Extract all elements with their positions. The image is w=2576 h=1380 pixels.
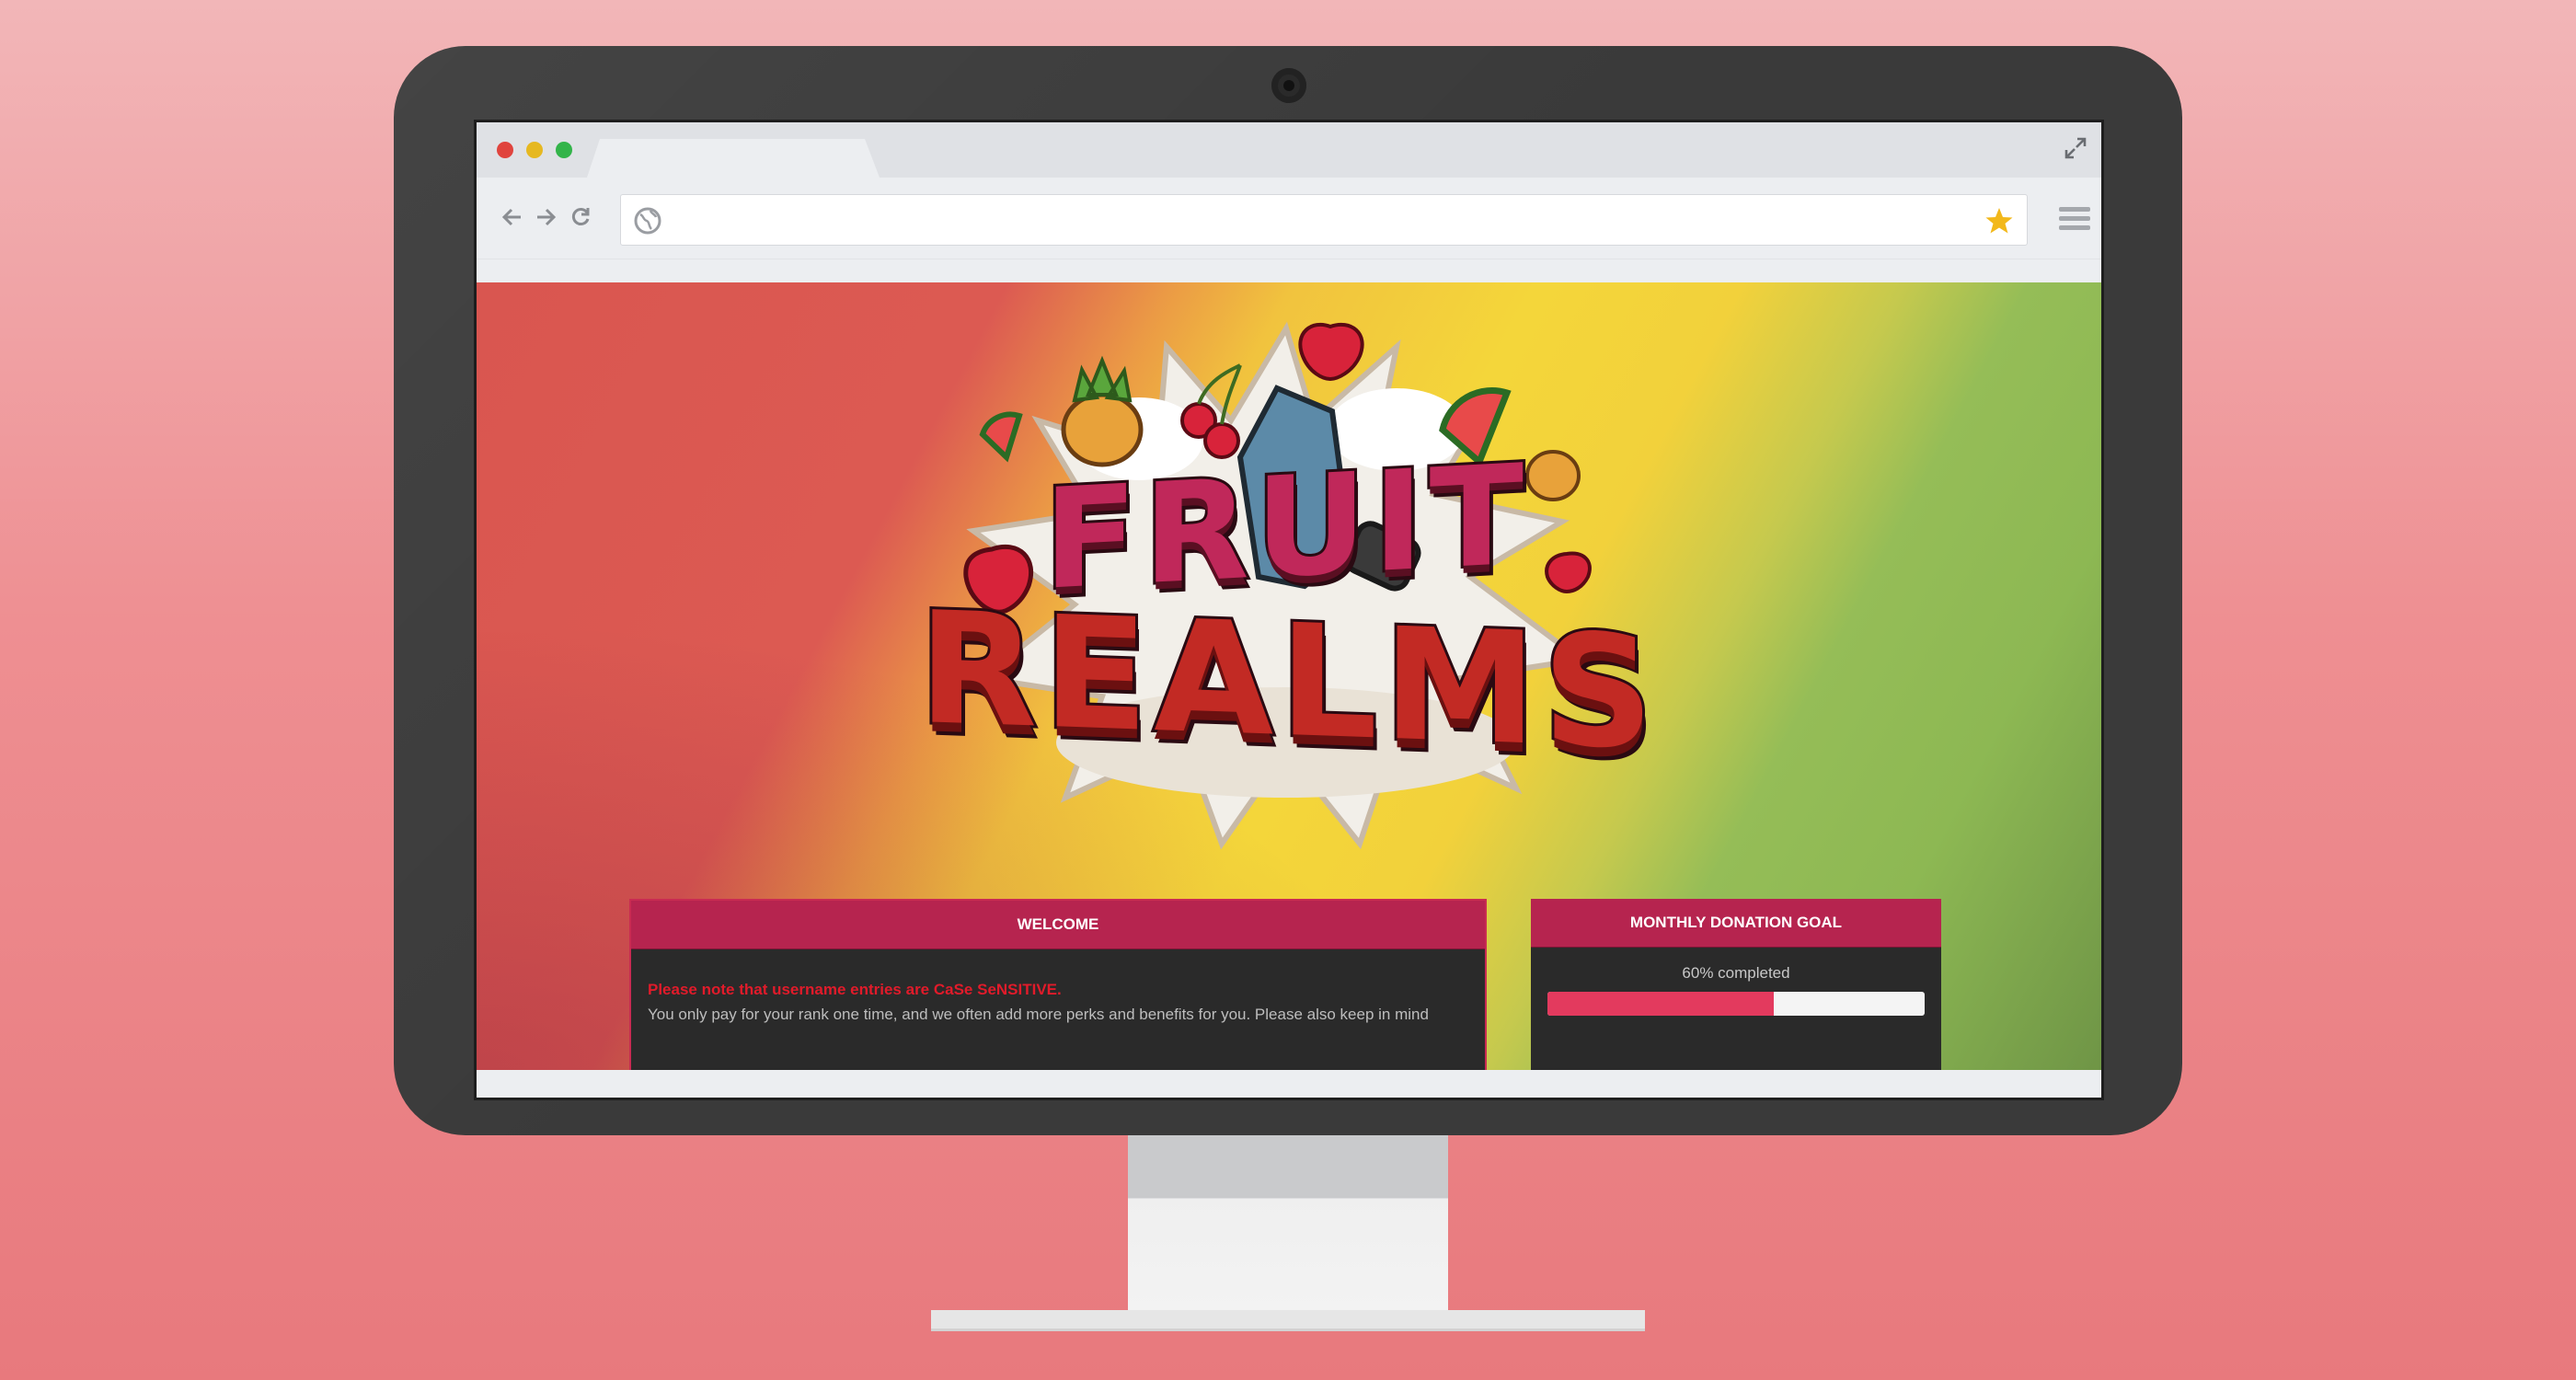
address-bar[interactable] — [620, 194, 2028, 246]
fruit-realms-logo: FRUIT REALMS — [915, 310, 1662, 880]
browser-toolbar-bottom — [477, 259, 2101, 282]
browser-bottom-bar — [477, 1070, 2101, 1098]
donation-progress-fill — [1547, 992, 1774, 1016]
web-page: FRUIT REALMS WELCOME Please note that us… — [477, 282, 2101, 1070]
webcam — [1271, 68, 1306, 103]
welcome-title: WELCOME — [631, 901, 1485, 949]
close-window-button[interactable] — [497, 142, 513, 158]
screen: FRUIT REALMS WELCOME Please note that us… — [474, 120, 2104, 1100]
welcome-panel: WELCOME Please note that username entrie… — [629, 899, 1487, 1070]
globe-icon — [634, 207, 661, 235]
logo-line-realms: REALMS — [915, 575, 1662, 787]
welcome-text: You only pay for your rank one time, and… — [648, 1006, 1429, 1023]
reload-icon[interactable] — [569, 205, 592, 229]
donation-goal-title: MONTHLY DONATION GOAL — [1531, 899, 1941, 948]
arrow-right-icon[interactable] — [534, 205, 558, 229]
case-sensitive-note: Please note that username entries are Ca… — [648, 981, 1062, 998]
monitor-frame: FRUIT REALMS WELCOME Please note that us… — [394, 46, 2182, 1135]
donation-goal-panel: MONTHLY DONATION GOAL 60% completed — [1531, 899, 1941, 1070]
hamburger-menu-icon[interactable] — [2057, 205, 2092, 233]
donation-status-text: 60% completed — [1682, 964, 1790, 982]
star-icon[interactable] — [1984, 206, 2014, 236]
browser-tab[interactable] — [587, 139, 880, 178]
monitor-stand-neck — [1128, 1135, 1448, 1310]
minimize-window-button[interactable] — [526, 142, 543, 158]
donation-goal-body: 60% completed — [1531, 948, 1941, 1016]
welcome-body: Please note that username entries are Ca… — [631, 949, 1485, 1027]
maximize-window-button[interactable] — [556, 142, 572, 158]
arrow-left-icon[interactable] — [500, 205, 524, 229]
expand-icon[interactable] — [2063, 135, 2088, 161]
donation-progress-bar — [1547, 992, 1925, 1016]
browser-toolbar — [477, 178, 2101, 259]
browser-tab-strip — [477, 122, 2101, 178]
monitor-stand-base — [931, 1310, 1645, 1328]
